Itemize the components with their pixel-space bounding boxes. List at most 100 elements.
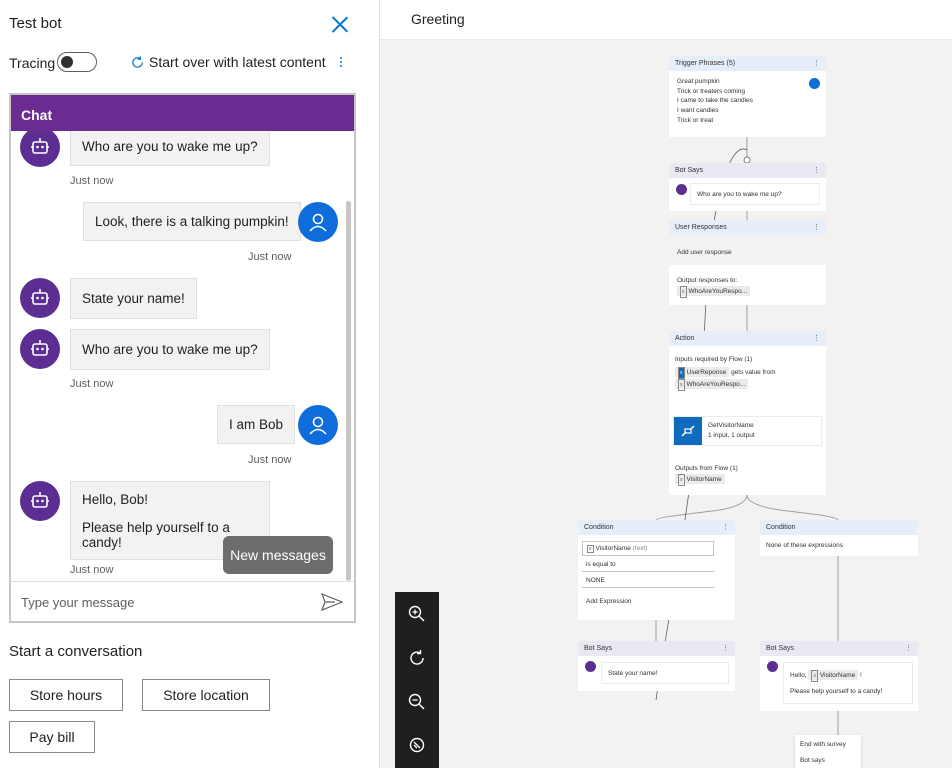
flow-io: 1 input, 1 output — [708, 432, 755, 439]
zoom-toolbar — [395, 592, 439, 768]
trigger-phrase-list: Great pumpkin Trick or treaters coming I… — [669, 71, 826, 132]
message-timestamp: Just now — [70, 564, 114, 576]
bot-icon — [31, 289, 49, 305]
action-node[interactable]: Action ⋮ Inputs required by Flow (1) x Use… — [669, 331, 826, 495]
variable-chip[interactable]: x VisitorName — [808, 669, 859, 682]
trigger-phrases-node[interactable]: Trigger Phrases (5) ⋮ Great pumpkin Trick… — [669, 56, 826, 137]
node-header: User Responses ⋮ — [669, 220, 826, 235]
bot-avatar — [20, 278, 60, 318]
menu-item-bot-says[interactable]: Bot says — [795, 753, 861, 768]
node-header: Bot Says ⋮ — [578, 641, 735, 656]
condition-text: None of these expressions — [766, 542, 843, 549]
start-over-button[interactable]: Start over with latest content — [130, 54, 326, 70]
bot-says-node[interactable]: Bot Says ⋮ Who are you to wake me up? — [669, 163, 826, 211]
start-conversation-title: Start a conversation — [9, 643, 143, 660]
suggested-action-button[interactable]: Pay bill — [9, 721, 95, 753]
condition-node[interactable]: Condition None of these expressions — [760, 520, 918, 556]
message-timestamp: Just now — [248, 454, 292, 466]
compass-icon[interactable] — [407, 735, 427, 755]
trigger-phrase: Trick or treat — [677, 116, 714, 124]
trigger-phrase: I came to take the candies — [677, 97, 753, 105]
chat-transcript[interactable]: Who are you to wake me up? Just now Look… — [11, 131, 354, 581]
panel-title: Test bot — [9, 15, 62, 32]
menu-item-end-with-survey[interactable]: End with survey — [795, 735, 861, 753]
bot-avatar — [20, 131, 60, 167]
bot-icon — [31, 340, 49, 356]
condition-variable[interactable]: x VisitorName (text) — [582, 541, 714, 556]
suggested-action-button[interactable]: Store hours — [9, 679, 123, 711]
authoring-canvas[interactable]: Greeting Trigger Phrases (5) ⋮ Great pump… — [380, 0, 952, 768]
toggle-knob — [61, 56, 73, 68]
trigger-phrase: Trick or treaters coming — [677, 87, 746, 95]
bot-message: State your name! — [70, 278, 197, 319]
zoom-in-icon[interactable] — [407, 604, 427, 624]
node-header: Action ⋮ — [669, 331, 826, 346]
variable-chip[interactable]: x VisitorName — [675, 473, 725, 486]
flow-inputs: Inputs required by Flow (1) x UserReponse… — [675, 355, 776, 392]
variable-chip[interactable]: x WhoAreYouRespo... — [675, 379, 749, 392]
user-avatar — [298, 202, 338, 242]
trigger-phrase: Great pumpkin — [677, 78, 720, 85]
flow-outputs: Outputs from Flow (1) x VisitorName — [675, 464, 738, 486]
tracing-label: Tracing — [9, 55, 56, 71]
bot-icon — [31, 492, 49, 508]
flow-icon — [674, 417, 702, 445]
user-responses-node[interactable]: User Responses ⋮ Add user response Output… — [669, 220, 826, 305]
test-bot-panel: Test bot Tracing Start over with latest … — [0, 0, 380, 768]
node-header: Bot Says ⋮ — [669, 163, 826, 178]
condition-value[interactable]: NONE — [582, 573, 714, 588]
bot-avatar — [20, 481, 60, 521]
person-icon — [309, 213, 327, 232]
suggested-action-button[interactable]: Store location — [142, 679, 270, 711]
new-messages-button[interactable]: New messages — [223, 536, 333, 574]
outputs-label: Outputs from Flow (1) — [675, 465, 738, 472]
close-icon[interactable] — [330, 14, 350, 34]
flow-name: GetVisitorName — [708, 422, 754, 430]
person-icon — [309, 416, 327, 435]
user-message: Look, there is a talking pumpkin! — [83, 202, 301, 241]
output-responses: Output responses to: x WhoAreYouRespo... — [677, 276, 751, 298]
message-timestamp: Just now — [70, 378, 114, 390]
zoom-out-icon[interactable] — [407, 692, 427, 712]
bot-message-box[interactable]: State your name! — [601, 662, 729, 684]
reset-icon[interactable] — [407, 648, 427, 668]
node-header: Condition — [760, 520, 918, 535]
bot-icon — [676, 184, 687, 195]
bot-says-node[interactable]: Bot Says ⋮ Hello, x VisitorName ! Please h… — [760, 641, 918, 711]
tracing-toggle[interactable] — [57, 52, 97, 72]
add-expression-button[interactable]: Add Expression — [586, 597, 632, 607]
person-icon — [809, 78, 820, 89]
user-avatar — [298, 405, 338, 445]
condition-node[interactable]: Condition ⋮ x VisitorName (text) is equal … — [578, 520, 735, 620]
bot-message: Who are you to wake me up? — [70, 131, 270, 166]
add-node-menu: End with survey Bot says — [795, 735, 861, 768]
chat-scrollbar[interactable] — [346, 201, 351, 581]
variable-chip[interactable]: x WhoAreYouRespo... — [677, 285, 751, 298]
bot-message-box[interactable]: Who are you to wake me up? — [690, 183, 820, 205]
more-vertical-icon[interactable] — [336, 55, 346, 71]
bot-icon — [585, 661, 596, 672]
message-timestamp: Just now — [70, 175, 114, 187]
node-header: Trigger Phrases (5) ⋮ — [669, 56, 826, 71]
bot-message-box[interactable]: Hello, x VisitorName ! Please help yourse… — [783, 662, 913, 704]
bot-message-line: Hello, Bob! — [82, 491, 149, 507]
bot-says-node[interactable]: Bot Says ⋮ State your name! — [578, 641, 735, 691]
trigger-phrase: I want candies — [677, 107, 719, 115]
bot-icon — [31, 138, 49, 154]
send-icon[interactable] — [321, 593, 343, 611]
canvas-header: Greeting — [380, 0, 952, 40]
start-over-label: Start over with latest content — [149, 54, 326, 70]
message-input[interactable] — [21, 591, 311, 613]
message-timestamp: Just now — [248, 251, 292, 263]
bot-icon — [767, 661, 778, 672]
condition-operator[interactable]: is equal to — [582, 557, 714, 572]
bot-message: Who are you to wake me up? — [70, 329, 270, 370]
add-user-response-button[interactable]: Add user response — [669, 235, 826, 265]
node-header: Condition ⋮ — [578, 520, 735, 535]
chat-window: Chat Who are you to wake me up? Just now… — [9, 93, 356, 623]
flow-card[interactable]: GetVisitorName 1 input, 1 output — [673, 416, 822, 446]
gets-value-label: gets value from — [731, 368, 776, 376]
variable-chip[interactable]: x UserReponse — [675, 366, 730, 379]
chat-input-area — [11, 581, 354, 621]
topic-title: Greeting — [411, 11, 465, 27]
